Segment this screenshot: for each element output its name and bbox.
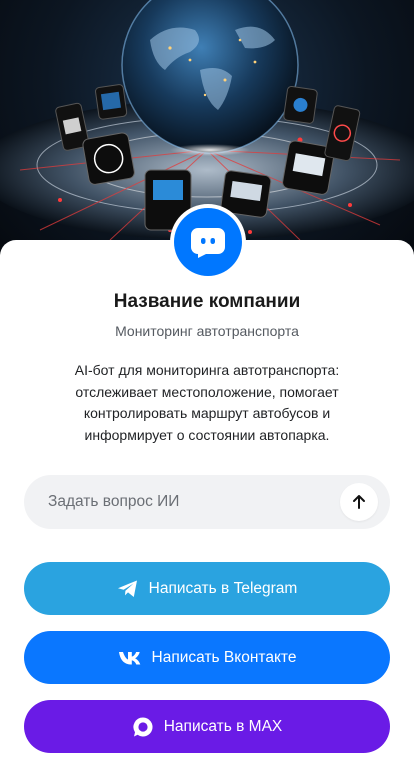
send-button[interactable] (340, 483, 378, 521)
company-name: Название компании (113, 291, 301, 312)
max-button[interactable]: Написать в MAX (24, 700, 390, 753)
vk-button[interactable]: Написать Вконтакте (24, 631, 390, 684)
ask-ai-input[interactable] (24, 474, 340, 530)
telegram-button-label: Написать в Telegram (148, 579, 298, 597)
telegram-button[interactable]: Написать в Telegram (24, 562, 390, 615)
company-avatar (170, 204, 246, 280)
company-description: AI-бот для мониторинга автотранспорта: о… (74, 362, 340, 443)
telegram-icon (117, 579, 139, 599)
vk-button-label: Написать Вконтакте (151, 648, 297, 666)
company-tagline: Мониторинг автотранспорта (115, 323, 299, 339)
arrow-up-icon (353, 495, 365, 509)
ask-ai-field (24, 474, 390, 530)
vk-icon (118, 651, 142, 665)
max-button-label: Написать в MAX (163, 717, 283, 735)
max-icon (132, 716, 154, 738)
chat-bot-icon (191, 228, 225, 258)
